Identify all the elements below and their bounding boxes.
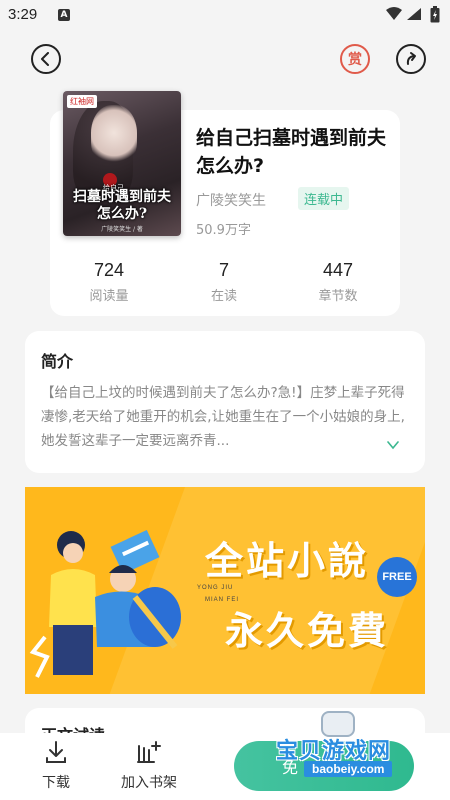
intro-text: 【给自己上坟的时候遇到前夫了怎么办?急!】庄梦上辈子死得凄惨,老天给了她重开的机… — [41, 385, 405, 449]
watermark: 宝贝游戏网 baobeiy.com — [276, 711, 446, 781]
share-icon — [406, 52, 416, 65]
download-button[interactable]: 下载 — [42, 740, 70, 792]
cover-art-face — [91, 105, 137, 167]
chevron-down-icon[interactable] — [387, 440, 399, 450]
status-badge: 连载中 — [298, 187, 350, 210]
signal-icon — [407, 8, 421, 20]
back-button[interactable] — [31, 44, 61, 74]
stat-label: 在读 — [210, 289, 237, 304]
stat-value: 447 — [322, 260, 354, 280]
status-time: 3:29 — [8, 6, 38, 23]
battery-icon — [430, 6, 440, 23]
reward-label: 赏 — [348, 52, 362, 68]
download-label: 下载 — [42, 775, 70, 791]
stat-value: 7 — [218, 260, 229, 280]
cover-publisher-badge: 红袖网 — [67, 95, 97, 108]
banner-illustration — [29, 529, 181, 678]
stat-reads: 724 阅读量 — [59, 260, 159, 304]
stat-reading: 7 在读 — [174, 260, 274, 304]
promo-banner[interactable]: 全站小說 YONG JIU MIAN FEI 永久免費 FREE — [25, 487, 425, 694]
book-title: 给自己扫墓时遇到前夫怎么办? — [196, 127, 387, 177]
notification-icon: A — [58, 9, 70, 21]
book-author[interactable]: 广陵笑笑生 — [196, 190, 266, 210]
add-to-shelf-button[interactable]: 加入书架 — [121, 740, 177, 792]
stat-label: 章节数 — [318, 289, 358, 304]
bookshelf-add-icon — [137, 741, 161, 763]
stat-chapters: 447 章节数 — [288, 260, 388, 304]
cover-title: 扫墓时遇到前夫怎么办? — [73, 189, 171, 222]
banner-tiny-1: YONG JIU — [197, 585, 234, 591]
wifi-icon — [386, 7, 402, 20]
banner-line-1: 全站小說 — [205, 539, 370, 583]
banner-line-2: 永久免費 — [225, 609, 390, 653]
download-icon — [46, 741, 66, 763]
chevron-left-icon — [41, 52, 49, 66]
watermark-url: baobeiy.com — [304, 761, 393, 777]
stat-label: 阅读量 — [89, 289, 129, 304]
share-button[interactable] — [396, 44, 426, 74]
intro-heading: 简介 — [41, 352, 74, 371]
cover-author: 广陵笑笑生 / 著 — [101, 226, 143, 233]
stat-value: 724 — [93, 260, 125, 280]
add-to-shelf-label: 加入书架 — [121, 775, 177, 791]
book-cover[interactable]: 红袖网 给自己 扫墓时遇到前夫怎么办? 广陵笑笑生 / 著 — [63, 91, 181, 236]
free-badge: FREE — [377, 557, 417, 597]
reward-button[interactable]: 赏 — [340, 44, 370, 74]
status-bar: 3:29 A — [0, 0, 450, 30]
word-count: 50.9万字 — [196, 223, 251, 238]
